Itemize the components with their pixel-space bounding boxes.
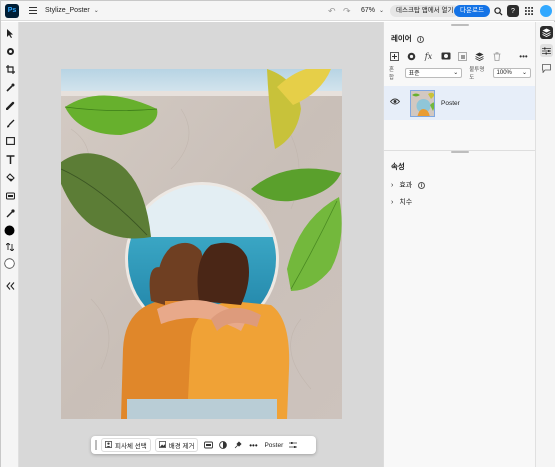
swap-colors-icon[interactable] [5, 242, 15, 252]
effects-label: 효과 [399, 182, 413, 189]
info-icon[interactable]: i [416, 35, 424, 43]
download-button[interactable]: 다운로드 [454, 5, 490, 17]
quick-select-tool-icon[interactable] [5, 82, 15, 92]
opacity-value: 100% [496, 69, 512, 76]
foreground-color-swatch[interactable] [4, 225, 15, 236]
open-in-desktop-button[interactable]: 데스크탑 앱에서 열기 [390, 5, 460, 17]
top-bar: Ps Stylize_Poster ⌄ ↶ ↷ 67% ⌄ 데스크탑 앱에서 열… [1, 1, 555, 21]
layer-tools-row: fx ••• [389, 50, 531, 62]
delete-layer-icon[interactable] [491, 51, 502, 61]
mask-icon[interactable] [440, 51, 451, 61]
properties-effects-row[interactable]: › 효과 i [391, 180, 426, 190]
drag-handle[interactable] [95, 440, 97, 450]
adjustment-icon[interactable] [406, 51, 417, 61]
move-tool-icon[interactable] [5, 28, 15, 38]
redo-icon[interactable]: ↷ [343, 6, 351, 17]
settings-sliders-icon[interactable] [288, 440, 298, 450]
quick-action-icon[interactable] [233, 440, 243, 450]
adjust-tool-icon[interactable] [5, 190, 15, 200]
healing-tool-icon[interactable] [5, 100, 15, 110]
layer-row-poster[interactable]: Poster [384, 86, 535, 120]
eye-icon[interactable] [389, 98, 401, 107]
properties-panel-title: 속성 [391, 162, 405, 171]
more-options-icon[interactable]: ••• [248, 440, 258, 450]
opacity-label: 불투명도 [469, 66, 485, 81]
select-subject-button[interactable]: 피사체 선택 [101, 438, 151, 452]
help-label: ? [511, 7, 515, 15]
stack-icon[interactable] [474, 51, 485, 61]
poster-artwork[interactable] [61, 69, 342, 419]
group-icon[interactable] [457, 51, 468, 61]
add-layer-icon[interactable] [389, 51, 400, 61]
right-panel: 레이어 i fx ••• 혼합 표준 ⌄ 불투명도 100% ⌄ Poster … [383, 22, 535, 467]
lasso-tool-icon[interactable] [5, 46, 15, 56]
panel-resize-handle[interactable] [451, 24, 469, 26]
opacity-chevron-down-icon: ⌄ [521, 70, 528, 76]
canvas-area[interactable]: 피사체 선택 배경 제거 ••• Poster [19, 22, 383, 467]
contrast-icon[interactable] [218, 440, 228, 450]
chevron-down-icon[interactable]: ⌄ [94, 7, 99, 14]
image-icon [158, 440, 166, 450]
zoom-value[interactable]: 67% [361, 7, 375, 14]
right-icon-strip [535, 22, 555, 467]
opacity-select[interactable]: 100% ⌄ [492, 67, 532, 78]
app-logo: Ps [5, 3, 19, 18]
layer-name: Poster [441, 99, 460, 107]
chevron-right-icon: › [391, 181, 394, 189]
eyedropper-tool-icon[interactable] [5, 208, 15, 218]
hamburger-icon[interactable] [29, 7, 37, 14]
info-icon[interactable]: i [418, 181, 426, 189]
chevron-right-icon: › [391, 198, 394, 206]
crop-tool-icon[interactable] [5, 64, 15, 74]
fill-tool-icon[interactable] [5, 172, 15, 182]
properties-dimensions-row[interactable]: › 치수 [391, 197, 412, 207]
undo-icon[interactable]: ↶ [328, 6, 336, 17]
layer-name-label: Poster [264, 441, 284, 449]
document-name[interactable]: Stylize_Poster [45, 7, 90, 14]
poster-image [61, 69, 342, 419]
comments-icon[interactable] [540, 62, 553, 75]
layers-more-icon[interactable]: ••• [518, 51, 529, 61]
type-tool-icon[interactable] [5, 154, 15, 164]
layers-icon[interactable] [540, 26, 553, 39]
blend-row: 혼합 표준 ⌄ 불투명도 100% ⌄ [389, 66, 532, 81]
help-icon[interactable]: ? [507, 5, 519, 17]
properties-resize-handle[interactable] [451, 151, 469, 153]
collapse-icon[interactable] [5, 281, 15, 291]
blend-mode-select[interactable]: 표준 ⌄ [404, 67, 463, 78]
search-icon[interactable] [492, 5, 504, 17]
contextual-task-bar: 피사체 선택 배경 제거 ••• Poster [91, 436, 316, 454]
brush-tool-icon[interactable] [5, 118, 15, 128]
layers-title-label: 레이어 [391, 34, 412, 43]
background-color-swatch[interactable] [4, 258, 15, 269]
select-subject-label: 피사체 선택 [115, 443, 147, 450]
zoom-chevron-down-icon[interactable]: ⌄ [379, 7, 384, 14]
left-toolbar [1, 22, 19, 467]
adjustment-layer-icon[interactable] [203, 440, 213, 450]
person-icon [105, 440, 112, 450]
remove-background-label: 배경 제거 [168, 443, 195, 450]
dimensions-label: 치수 [399, 199, 413, 206]
rectangle-tool-icon[interactable] [5, 136, 15, 146]
remove-background-button[interactable]: 배경 제거 [154, 438, 199, 452]
properties-icon[interactable] [540, 44, 553, 57]
blend-chevron-down-icon: ⌄ [453, 70, 459, 76]
blend-label: 혼합 [389, 66, 395, 81]
apps-grid-icon[interactable] [523, 5, 535, 17]
fx-icon[interactable]: fx [423, 51, 434, 61]
layers-panel-title: 레이어 i [391, 33, 424, 44]
layer-thumbnail [410, 89, 435, 117]
blend-mode-value: 표준 [408, 71, 420, 77]
avatar[interactable] [540, 5, 552, 17]
